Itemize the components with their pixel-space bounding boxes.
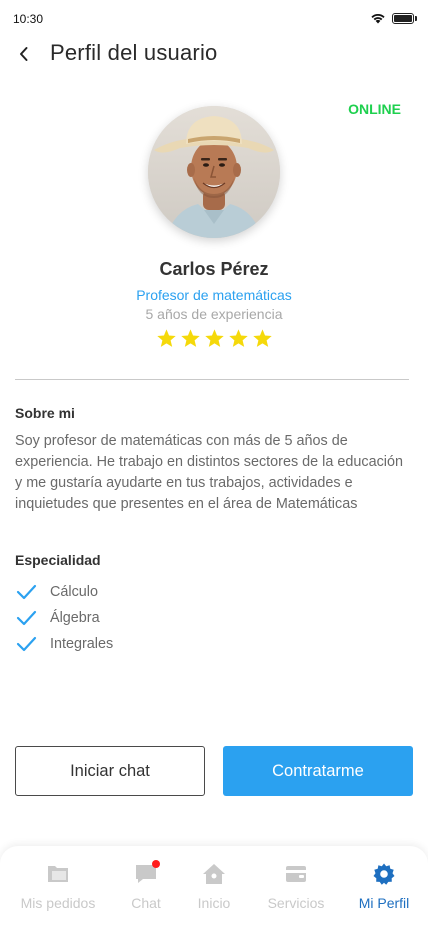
- speciality-list: Cálculo Álgebra Integrales: [15, 579, 113, 657]
- hire-button[interactable]: Contratarme: [223, 746, 413, 796]
- star-icon: [252, 329, 272, 347]
- nav-label: Chat: [131, 895, 161, 911]
- gear-icon: [373, 863, 395, 885]
- chat-icon: [134, 860, 160, 886]
- profile-name: Carlos Pérez: [159, 259, 269, 279]
- avatar: [148, 106, 280, 238]
- avatar-image: [148, 106, 280, 238]
- folder-icon: [48, 866, 68, 882]
- rating-stars: [0, 328, 428, 349]
- check-icon: [16, 636, 37, 652]
- check-icon: [16, 584, 37, 600]
- start-chat-button[interactable]: Iniciar chat: [15, 746, 205, 796]
- nav-label: Inicio: [197, 895, 231, 911]
- speciality-item: Integrales: [15, 631, 113, 657]
- nav-item-servicios[interactable]: Servicios: [248, 862, 344, 911]
- wifi-icon: [371, 13, 385, 24]
- star-icon: [156, 329, 176, 347]
- about-title: Sobre mi: [15, 405, 75, 421]
- status-bar: 10:30: [0, 0, 428, 38]
- speciality-label: Cálculo: [50, 584, 98, 600]
- nav-item-mis-pedidos[interactable]: Mis pedidos: [10, 862, 106, 911]
- online-status-badge: ONLINE: [348, 101, 401, 117]
- profile-role: Profesor de matemáticas: [136, 287, 292, 303]
- status-icons: [370, 12, 417, 24]
- battery-icon: [392, 12, 417, 24]
- speciality-item: Álgebra: [15, 605, 113, 631]
- profile-experience: 5 años de experiencia: [145, 306, 283, 322]
- speciality-label: Integrales: [50, 636, 114, 652]
- notification-dot: [152, 860, 160, 868]
- nav-label: Servicios: [267, 895, 325, 911]
- chevron-left-icon: [20, 47, 28, 61]
- nav-item-mi-perfil[interactable]: Mi Perfil: [336, 862, 428, 911]
- star-icon: [228, 329, 248, 347]
- speciality-title: Especialidad: [15, 552, 101, 568]
- nav-label: Mi Perfil: [358, 895, 410, 911]
- page-title: Perfil del usuario: [50, 40, 218, 65]
- back-button[interactable]: [12, 40, 36, 68]
- star-icon: [180, 329, 200, 347]
- nav-label: Mis pedidos: [20, 895, 96, 911]
- bottom-nav: Mis pedidos Chat Inicio Servicios Mi Per…: [0, 846, 428, 926]
- check-icon: [16, 610, 37, 626]
- about-text: Soy profesor de matemáticas con más de 5…: [15, 433, 403, 512]
- star-icon: [204, 329, 224, 347]
- divider: [15, 379, 409, 380]
- speciality-item: Cálculo: [15, 579, 113, 605]
- status-time: 10:30: [13, 12, 44, 26]
- wallet-icon: [286, 866, 306, 882]
- header: Perfil del usuario: [0, 36, 428, 72]
- home-icon: [203, 864, 225, 884]
- speciality-label: Álgebra: [50, 610, 100, 626]
